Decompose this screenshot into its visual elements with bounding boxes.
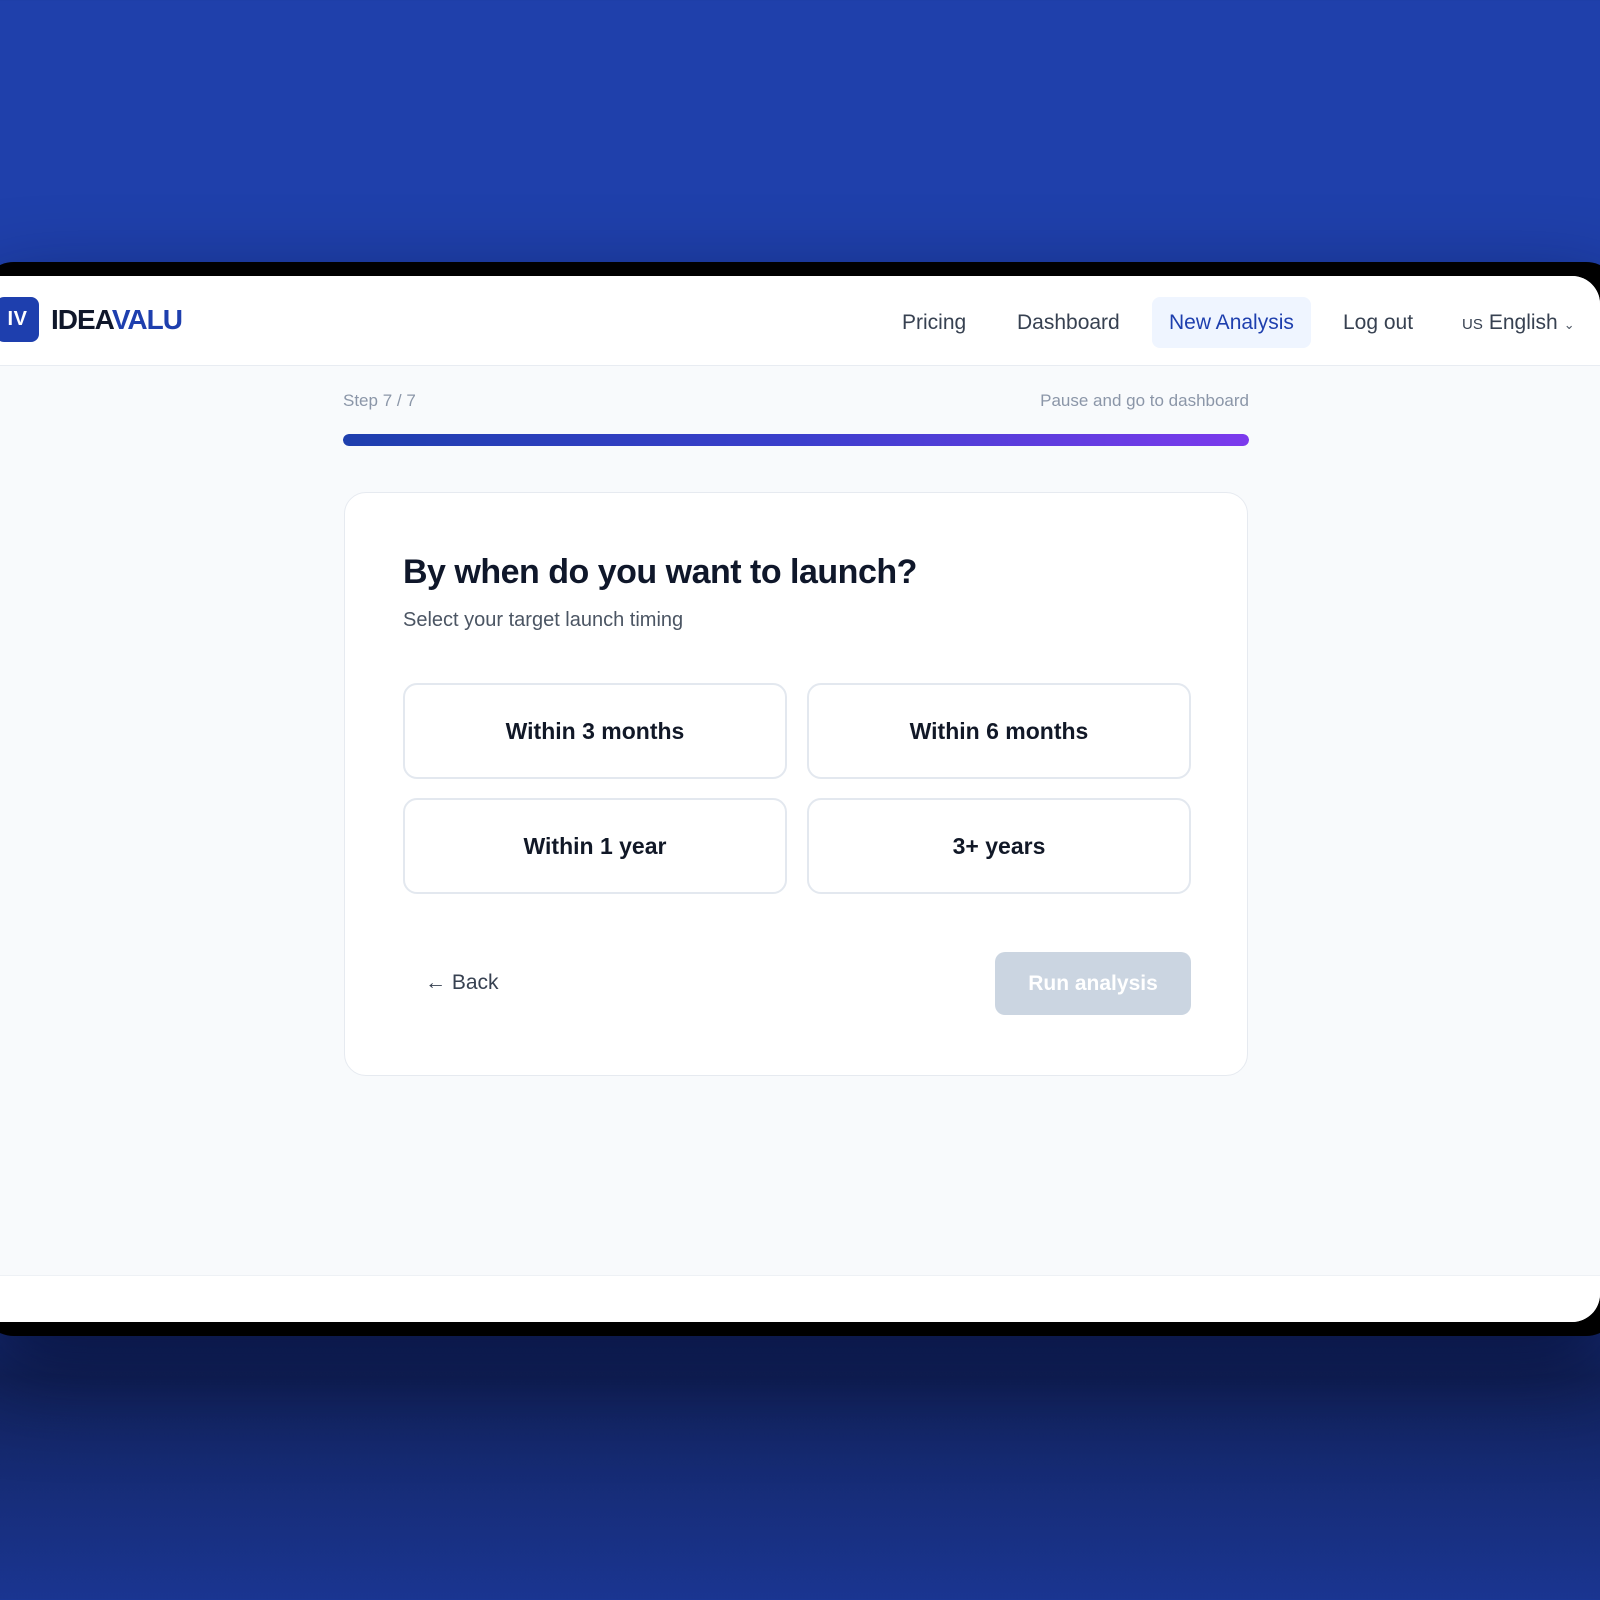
progress-bar (343, 434, 1249, 446)
footer (0, 1275, 1600, 1322)
brand-name-part2: VALU (111, 304, 183, 335)
pause-dashboard-link[interactable]: Pause and go to dashboard (1040, 391, 1249, 411)
nav-logout[interactable]: Log out (1326, 297, 1430, 348)
option-3-plus-years[interactable]: 3+ years (807, 798, 1191, 894)
logo-icon[interactable]: IV (0, 297, 39, 342)
language-label: English (1488, 311, 1558, 334)
option-within-6-months[interactable]: Within 6 months (807, 683, 1191, 779)
option-within-1-year[interactable]: Within 1 year (403, 798, 787, 894)
progress-bar-fill (343, 434, 1249, 446)
nav-dashboard[interactable]: Dashboard (1000, 297, 1137, 348)
question-card: By when do you want to launch? Select yo… (344, 492, 1248, 1076)
back-button[interactable]: ← Back (425, 963, 499, 1003)
question-title: By when do you want to launch? (403, 553, 917, 591)
chevron-down-icon: ⌄ (1563, 317, 1575, 332)
top-navbar: IV IDEAVALU Pricing Dashboard New Analys… (0, 276, 1600, 366)
nav-new-analysis[interactable]: New Analysis (1152, 297, 1311, 348)
option-within-3-months[interactable]: Within 3 months (403, 683, 787, 779)
run-analysis-button[interactable]: Run analysis (995, 952, 1191, 1015)
language-selector[interactable]: US English ⌄ (1462, 297, 1575, 348)
us-flag-icon: US (1462, 316, 1483, 333)
question-subtitle: Select your target launch timing (403, 609, 684, 631)
nav-pricing[interactable]: Pricing (885, 297, 983, 348)
brand-logo[interactable]: IDEAVALU (51, 302, 183, 338)
brand-name-part1: IDEA (51, 304, 113, 335)
app-screen: IV IDEAVALU Pricing Dashboard New Analys… (0, 276, 1600, 1322)
step-indicator: Step 7 / 7 (343, 391, 416, 410)
